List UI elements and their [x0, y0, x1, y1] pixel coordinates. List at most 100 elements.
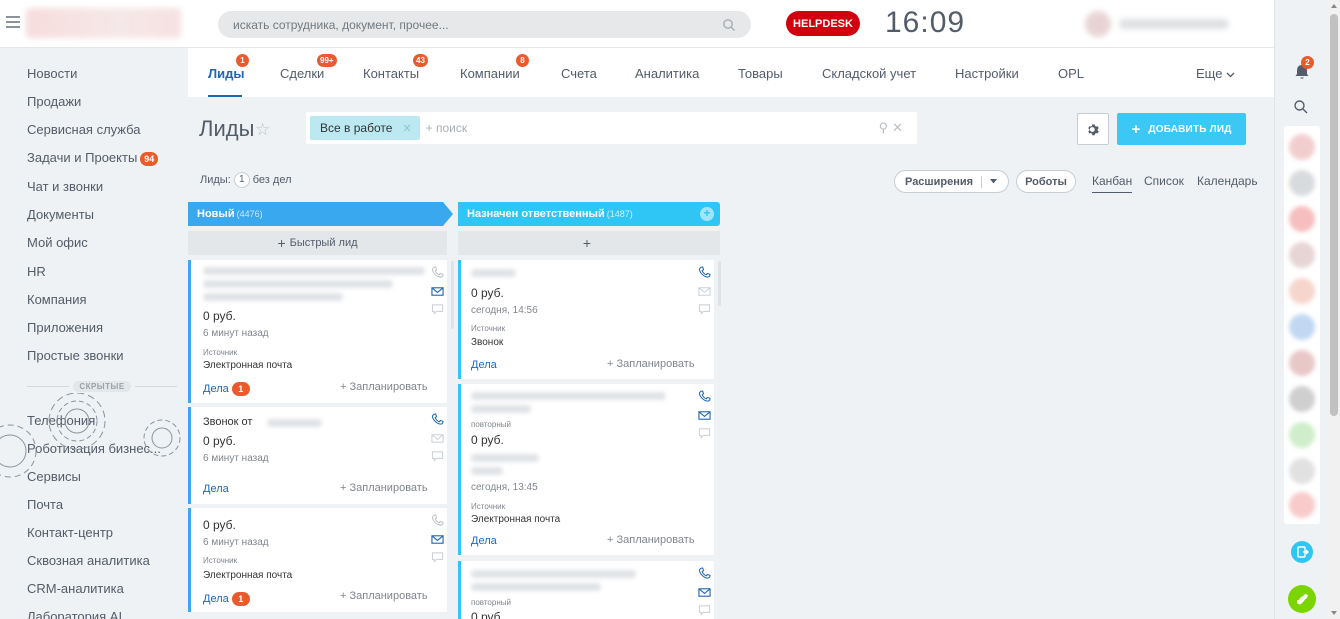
column-header-assigned[interactable]: Назначен ответственный (1487) +	[458, 202, 720, 226]
nav-item-tasks[interactable]: Задачи и Проекты 94	[27, 150, 159, 166]
quick-lead-button[interactable]: + Быстрый лид	[188, 231, 447, 255]
phone-icon[interactable]	[698, 390, 711, 403]
tab-contacts[interactable]: Контакты 43	[363, 54, 428, 81]
chat-icon[interactable]	[431, 450, 444, 463]
card-title-blurred[interactable]	[471, 269, 516, 277]
card-deals-link[interactable]: Дела	[203, 483, 229, 495]
column-scrollbar[interactable]	[718, 261, 721, 306]
settings-button[interactable]	[1077, 113, 1109, 145]
card-title-blurred[interactable]	[471, 570, 636, 578]
search-icon[interactable]	[1293, 99, 1309, 115]
nav-item-service[interactable]: Сервисная служба	[27, 122, 141, 137]
card-deals-link[interactable]: Дела	[471, 359, 497, 371]
chat-icon[interactable]	[431, 303, 444, 316]
filter-chip[interactable]: Все в работе ✕	[310, 116, 420, 140]
avatar[interactable]	[1289, 134, 1315, 160]
lead-card[interactable]: Звонок от 0 руб. 6 минут назад Дела + За…	[188, 407, 447, 504]
card-title-blurred[interactable]	[471, 392, 666, 400]
view-calendar[interactable]: Календарь	[1197, 174, 1258, 188]
avatar[interactable]	[1289, 458, 1315, 484]
page-scrollbar[interactable]	[1328, 0, 1340, 619]
card-title-blurred[interactable]	[203, 267, 425, 275]
share-button[interactable]	[1291, 541, 1313, 563]
nav-item-contact-center[interactable]: Контакт-центр	[27, 525, 113, 540]
call-button[interactable]	[1288, 585, 1316, 613]
nav-item-ai-lab[interactable]: Лаборатория AI	[27, 609, 122, 619]
tab-companies[interactable]: Компании 8	[460, 54, 529, 81]
nav-item-my-office[interactable]: Мой офис	[27, 235, 88, 250]
search-icon[interactable]: ⚲	[879, 120, 893, 135]
nav-item-company[interactable]: Компания	[27, 292, 87, 307]
phone-icon[interactable]	[431, 514, 444, 527]
close-icon[interactable]: ✕	[892, 120, 907, 135]
hidden-separator[interactable]: СКРЫТЫЕ	[27, 380, 178, 392]
view-kanban[interactable]: Канбан	[1092, 174, 1133, 193]
avatar[interactable]	[1289, 170, 1315, 196]
extensions-button[interactable]: Расширения	[894, 170, 1009, 193]
notifications-button[interactable]: 2	[1292, 56, 1314, 82]
mail-icon[interactable]	[431, 432, 444, 445]
lead-card[interactable]: повторный 0 руб.	[458, 561, 714, 619]
nav-item-apps[interactable]: Приложения	[27, 320, 103, 335]
view-list[interactable]: Список	[1144, 174, 1184, 188]
card-deals-link[interactable]: Дела 1	[203, 382, 250, 396]
search-input[interactable]: искать сотрудника, документ, прочее...	[218, 11, 751, 38]
tab-inventory[interactable]: Складской учет	[822, 66, 916, 81]
nav-item-news[interactable]: Новости	[27, 66, 77, 81]
mail-icon[interactable]	[431, 533, 444, 546]
menu-burger-icon[interactable]	[6, 16, 20, 28]
leads-count[interactable]: 1	[233, 172, 250, 188]
avatar[interactable]	[1289, 314, 1315, 340]
phone-icon[interactable]	[698, 266, 711, 279]
nav-item-chat[interactable]: Чат и звонки	[27, 179, 103, 194]
schedule-link[interactable]: + Запланировать	[607, 534, 695, 546]
add-column-icon[interactable]: +	[700, 207, 714, 221]
mail-icon[interactable]	[431, 285, 444, 298]
nav-item-sales[interactable]: Продажи	[27, 94, 81, 109]
nav-item-services[interactable]: Сервисы	[27, 469, 81, 484]
robots-button[interactable]: Роботы	[1016, 170, 1076, 193]
close-icon[interactable]: ✕	[402, 122, 411, 135]
avatar[interactable]	[1289, 350, 1315, 376]
scroll-down-arrow-icon[interactable]	[1331, 611, 1337, 615]
lead-card[interactable]: 0 руб. 6 минут назад Источник Электронна…	[188, 508, 447, 612]
chat-icon[interactable]	[698, 604, 711, 617]
nav-item-hr[interactable]: HR	[27, 264, 46, 279]
card-deals-link[interactable]: Дела 1	[203, 592, 250, 606]
card-title[interactable]: Звонок от	[203, 416, 252, 428]
chat-icon[interactable]	[698, 427, 711, 440]
nav-item-analytics[interactable]: Сквозная аналитика	[27, 553, 150, 568]
quick-add-button[interactable]: +	[458, 231, 720, 255]
schedule-link[interactable]: + Запланировать	[340, 590, 428, 602]
schedule-link[interactable]: + Запланировать	[340, 482, 428, 494]
chat-icon[interactable]	[431, 551, 444, 564]
nav-item-robotization[interactable]: Роботизация бизнес...	[27, 441, 161, 456]
lead-card[interactable]: 0 руб. сегодня, 14:56 Источник Звонок Де…	[458, 260, 714, 379]
nav-item-simple-calls[interactable]: Простые звонки	[27, 348, 124, 363]
star-icon[interactable]: ☆	[255, 120, 270, 140]
tab-analytics[interactable]: Аналитика	[635, 66, 699, 81]
nav-item-crm-analytics[interactable]: CRM-аналитика	[27, 581, 124, 596]
phone-icon[interactable]	[698, 567, 711, 580]
scroll-thumb[interactable]	[1330, 14, 1338, 416]
scroll-up-arrow-icon[interactable]	[1331, 4, 1337, 8]
user-profile[interactable]	[1085, 10, 1245, 38]
schedule-link[interactable]: + Запланировать	[340, 381, 428, 393]
avatar[interactable]	[1289, 492, 1315, 518]
avatar[interactable]	[1289, 206, 1315, 232]
avatar[interactable]	[1289, 242, 1315, 268]
avatar[interactable]	[1289, 386, 1315, 412]
tab-invoices[interactable]: Счета	[561, 66, 597, 81]
phone-icon[interactable]	[431, 413, 444, 426]
avatar[interactable]	[1289, 278, 1315, 304]
add-lead-button[interactable]: + ДОБАВИТЬ ЛИД	[1117, 113, 1246, 145]
lead-card[interactable]: 0 руб. 6 минут назад Источник Электронна…	[188, 260, 447, 403]
tab-settings[interactable]: Настройки	[955, 66, 1019, 81]
column-scrollbar[interactable]	[451, 261, 454, 329]
card-deals-link[interactable]: Дела	[471, 535, 497, 547]
mail-icon[interactable]	[698, 409, 711, 422]
tab-products[interactable]: Товары	[738, 66, 783, 81]
tab-opl[interactable]: OPL	[1058, 66, 1084, 81]
company-logo[interactable]	[26, 8, 181, 38]
nav-item-telephony[interactable]: Телефония	[27, 413, 95, 428]
